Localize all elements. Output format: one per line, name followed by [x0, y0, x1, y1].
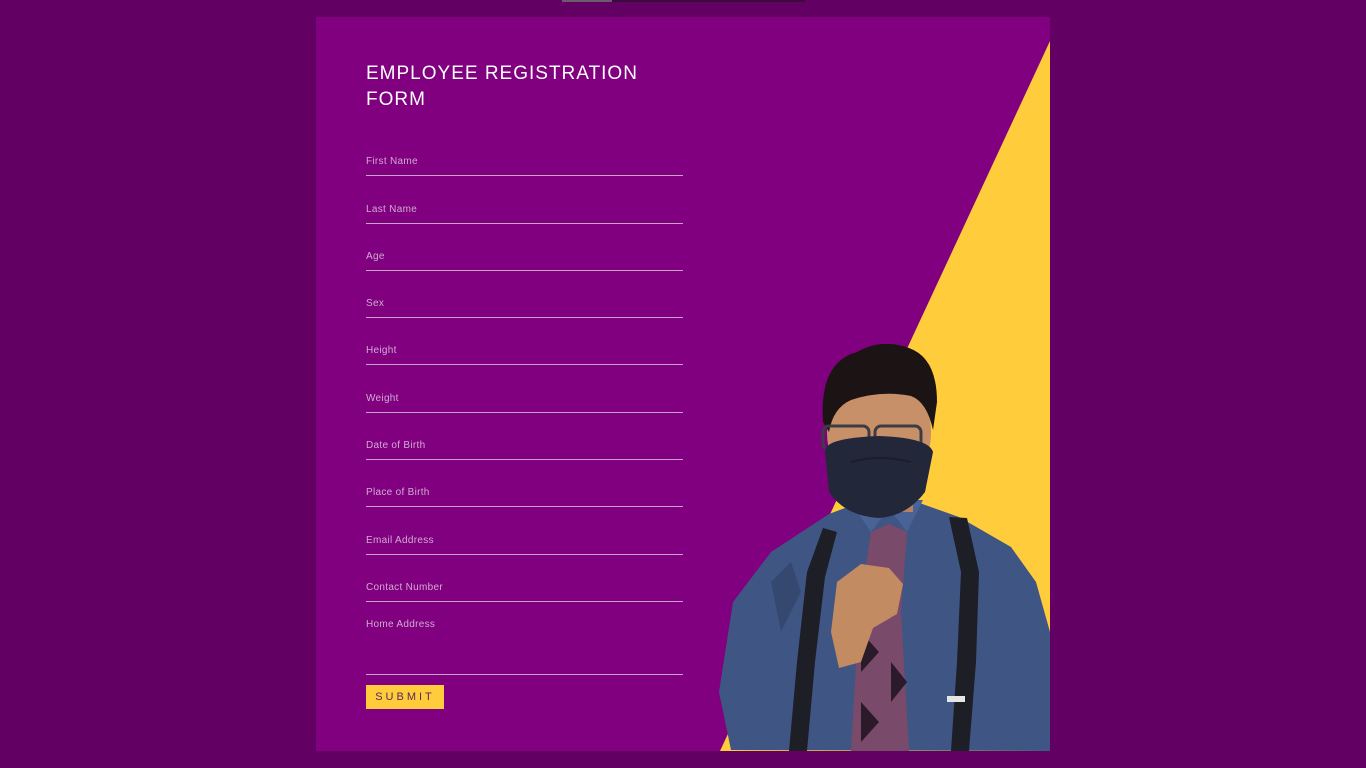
- home-address-textarea[interactable]: [366, 610, 683, 675]
- field-email-address: [366, 516, 683, 563]
- field-home-address: [366, 610, 683, 693]
- sex-input[interactable]: [366, 296, 683, 319]
- field-age: [366, 233, 683, 280]
- field-height: [366, 327, 683, 374]
- form-title: EMPLOYEE REGISTRATION FORM: [366, 63, 638, 110]
- first-name-input[interactable]: [366, 154, 683, 177]
- email-address-input[interactable]: [366, 532, 683, 555]
- field-weight: [366, 374, 683, 421]
- scroll-thumb[interactable]: [562, 0, 612, 2]
- top-scroll-indicator: [562, 0, 805, 2]
- submit-button[interactable]: SUBMIT: [366, 685, 444, 709]
- weight-input[interactable]: [366, 390, 683, 413]
- contact-number-input[interactable]: [366, 579, 683, 602]
- field-sex: [366, 280, 683, 327]
- date-of-birth-input[interactable]: [366, 438, 683, 461]
- registration-card: EMPLOYEE REGISTRATION FORM First Name La…: [316, 17, 1050, 751]
- field-contact-number: [366, 564, 683, 611]
- height-input[interactable]: [366, 343, 683, 366]
- field-first-name: [366, 138, 683, 185]
- age-input[interactable]: [366, 248, 683, 271]
- place-of-birth-input[interactable]: [366, 485, 683, 508]
- field-last-name: [366, 185, 683, 232]
- person-photo: [719, 343, 1050, 751]
- last-name-input[interactable]: [366, 201, 683, 224]
- field-place-of-birth: [366, 469, 683, 516]
- field-date-of-birth: [366, 422, 683, 469]
- registration-form: [366, 138, 683, 693]
